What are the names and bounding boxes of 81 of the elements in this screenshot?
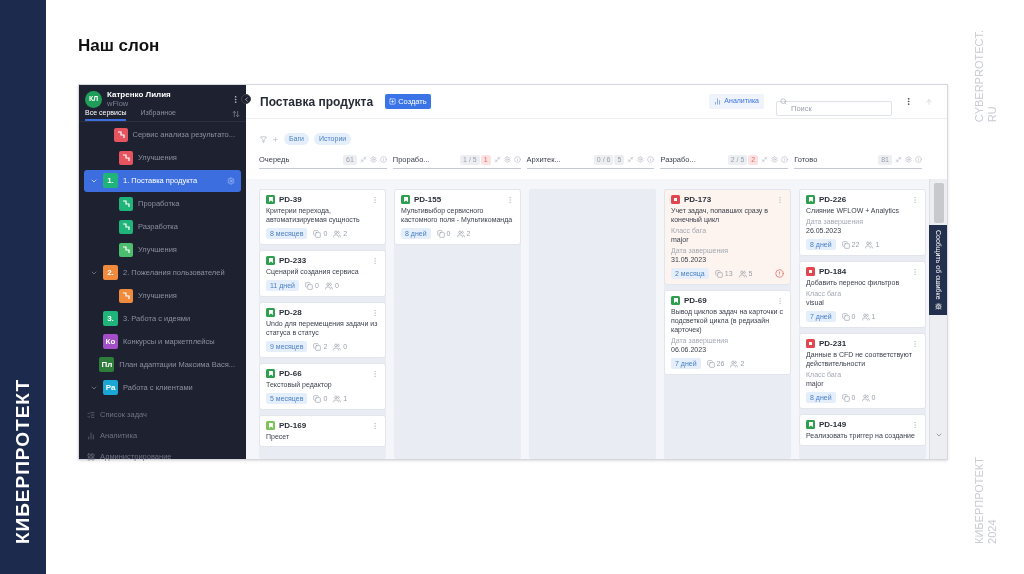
more-icon[interactable] xyxy=(904,97,913,106)
task-id: PD-231 xyxy=(819,339,847,348)
task-id: PD-169 xyxy=(279,421,307,430)
subtasks-icon xyxy=(313,394,322,403)
task-id: PD-233 xyxy=(279,256,307,265)
settings-icon[interactable] xyxy=(905,156,912,163)
subtasks-icon xyxy=(436,229,445,238)
list-icon xyxy=(87,411,95,419)
bug-type-icon xyxy=(806,267,815,276)
info-icon[interactable] xyxy=(781,156,789,163)
project-badge: 1. xyxy=(103,173,118,188)
task-id: PD-39 xyxy=(279,195,302,204)
people-icon xyxy=(730,359,739,368)
people-icon xyxy=(865,240,874,249)
story-type-icon xyxy=(806,420,815,429)
plus-icon xyxy=(389,98,397,105)
task-id: PD-155 xyxy=(414,195,442,204)
task-id: PD-226 xyxy=(819,195,847,204)
chart-icon xyxy=(714,98,722,105)
bug-type-icon xyxy=(671,195,680,204)
more-icon[interactable] xyxy=(231,94,240,104)
story-type-icon xyxy=(806,195,815,204)
task-id: PD-184 xyxy=(819,267,847,276)
project-badge: 2. xyxy=(103,265,118,280)
alert-icon xyxy=(775,269,784,278)
story-type-icon xyxy=(266,421,275,430)
page-title: Поставка продукта xyxy=(260,93,374,111)
settings-icon[interactable] xyxy=(771,156,779,163)
settings-icon[interactable] xyxy=(369,156,377,163)
subtasks-icon xyxy=(714,269,723,278)
project-badge: 3. xyxy=(103,311,118,326)
settings-icon[interactable] xyxy=(637,156,645,163)
search-icon xyxy=(780,98,787,105)
people-icon xyxy=(324,281,333,290)
people-icon xyxy=(738,269,747,278)
info-icon[interactable] xyxy=(513,156,521,163)
story-type-icon xyxy=(401,195,410,204)
settings-icon[interactable] xyxy=(503,156,511,163)
people-icon xyxy=(333,342,342,351)
story-type-icon xyxy=(266,369,275,378)
subtasks-icon xyxy=(841,393,850,402)
sort-icon[interactable] xyxy=(232,110,240,119)
bug-icon xyxy=(934,302,942,310)
story-type-icon xyxy=(266,308,275,317)
info-icon[interactable] xyxy=(647,156,655,163)
people-icon xyxy=(333,394,342,403)
subtasks-icon xyxy=(313,229,322,238)
info-icon[interactable] xyxy=(379,156,387,163)
people-icon xyxy=(333,229,342,238)
task-id: PD-28 xyxy=(279,308,302,317)
arrow-up-icon[interactable] xyxy=(925,97,933,106)
slide-title: Наш слон xyxy=(78,35,161,57)
scroll-down-icon[interactable] xyxy=(934,431,943,439)
subtasks-icon xyxy=(304,281,313,290)
people-icon xyxy=(861,393,870,402)
people-icon xyxy=(456,229,465,238)
settings-icon[interactable] xyxy=(227,176,235,185)
story-type-icon xyxy=(671,296,680,305)
subtasks-icon xyxy=(706,359,715,368)
subtasks-icon xyxy=(313,342,322,351)
project-badge: Ра xyxy=(103,380,118,395)
user-name: Катренко Лилия xyxy=(107,90,171,99)
info-icon[interactable] xyxy=(915,156,922,163)
brand-band: КИБЕРПРОТЕКТ xyxy=(0,0,46,574)
people-icon xyxy=(861,312,870,321)
subtasks-icon xyxy=(841,240,850,249)
task-id: PD-173 xyxy=(684,195,712,204)
scrollbar-thumb[interactable] xyxy=(933,183,944,223)
story-type-icon xyxy=(266,195,275,204)
project-badge: Ко xyxy=(103,334,118,349)
add-icon[interactable] xyxy=(272,135,279,143)
task-id: PD-149 xyxy=(819,420,847,429)
filter-icon[interactable] xyxy=(260,135,267,143)
chart-icon xyxy=(87,432,95,440)
grid-icon xyxy=(87,453,95,461)
project-badge: Пл xyxy=(99,357,115,372)
subtasks-icon xyxy=(841,312,850,321)
task-id: PD-69 xyxy=(684,296,707,305)
bug-type-icon xyxy=(806,339,815,348)
story-type-icon xyxy=(266,256,275,265)
task-id: PD-66 xyxy=(279,369,302,378)
